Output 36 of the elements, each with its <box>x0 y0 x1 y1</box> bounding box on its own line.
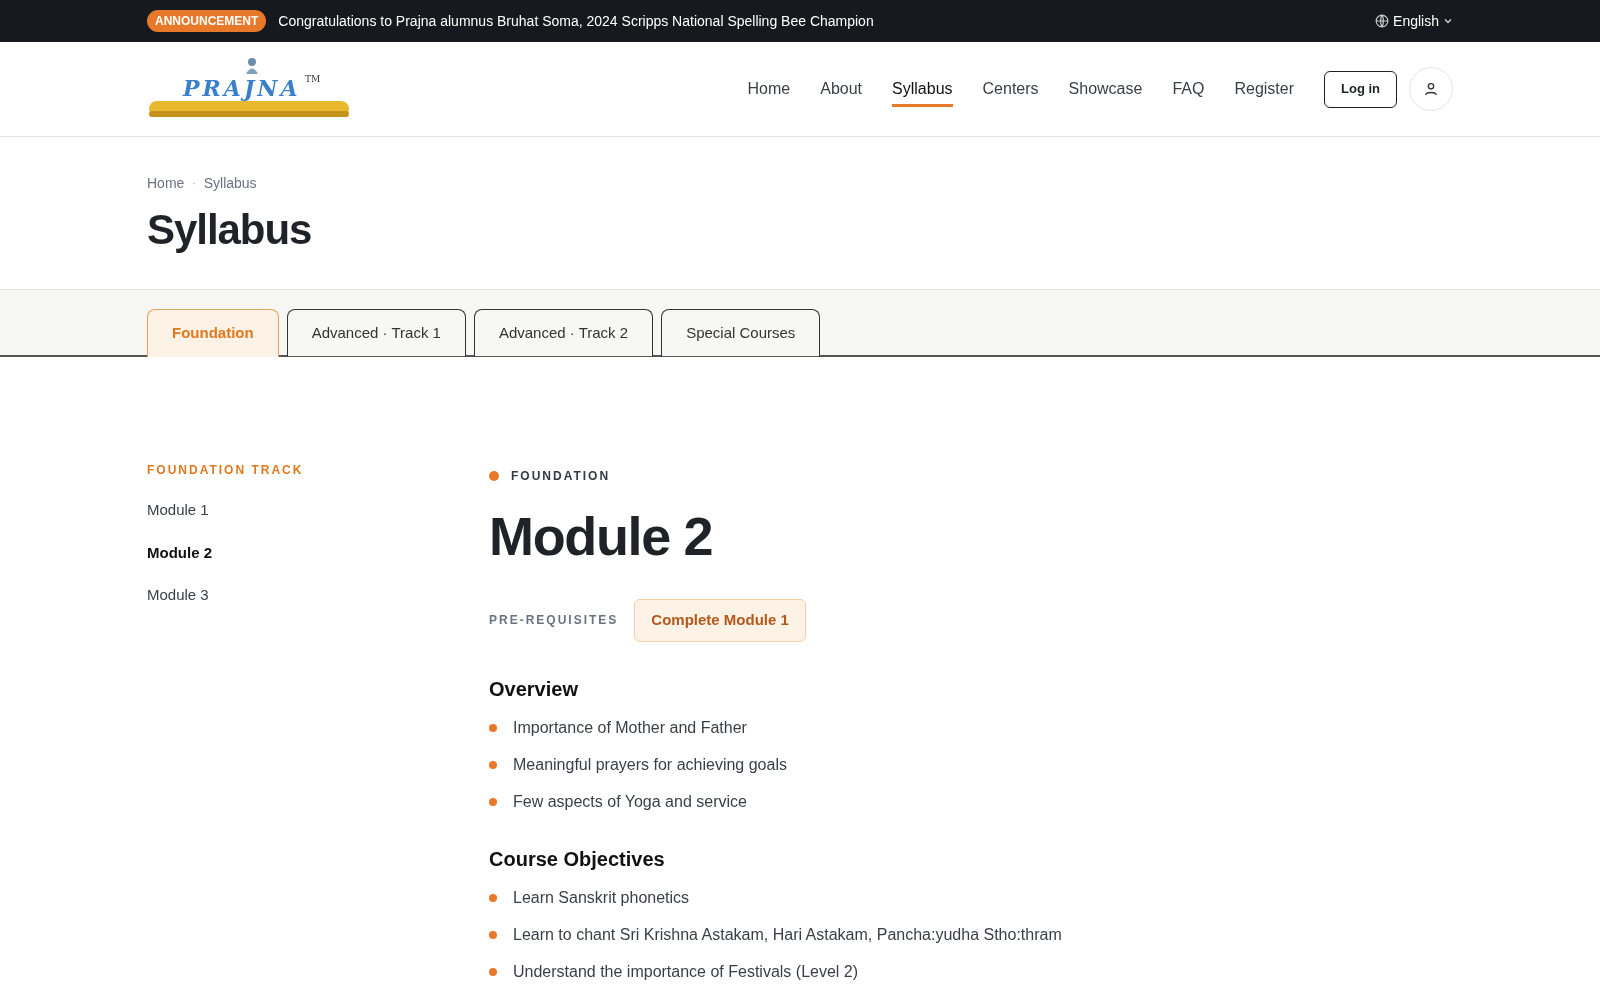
sidebar-heading: FOUNDATION TRACK <box>147 462 305 479</box>
sidebar-item[interactable]: Module 3 <box>147 584 489 607</box>
nav-link[interactable]: Centers <box>982 77 1039 107</box>
list-item-text: Understand the importance of Festivals (Level 2) <box>513 961 859 982</box>
login-button[interactable]: Log in <box>1324 70 1397 108</box>
prerequisite-tag: Complete Module 1 <box>634 599 806 642</box>
nav-link[interactable]: About <box>820 77 863 107</box>
logo-wordmark: PRAJNA <box>183 77 301 99</box>
module-title: Module 2 <box>489 509 714 563</box>
nav-link[interactable]: FAQ <box>1172 77 1205 107</box>
announcement-text: Congratulations to Prajna alumnus Bruhat Soma, 2024 Scripps National Spelling Bee Champion <box>278 11 874 31</box>
section-heading: Course Objectives <box>489 846 666 872</box>
prerequisites-label: PRE-REQUISITES <box>489 612 619 630</box>
sidebar-item[interactable]: Module 1 <box>147 499 489 522</box>
nav-link[interactable]: Register <box>1234 77 1294 107</box>
list-item-text: Importance of Mother and Father <box>513 717 747 738</box>
nav-link[interactable]: Showcase <box>1068 77 1143 107</box>
language-selector[interactable]: English <box>1375 10 1453 32</box>
nav-link[interactable]: Syllabus <box>892 77 953 107</box>
tab[interactable]: Special Courses <box>661 309 821 357</box>
announcement-badge: ANNOUNCEMENT <box>147 10 267 32</box>
list-item-text: Meaningful prayers for achieving goals <box>513 754 787 775</box>
list-item-text: Few aspects of Yoga and service <box>513 791 747 812</box>
tab[interactable]: Advanced · Track 2 <box>473 309 654 357</box>
nav-link[interactable]: Home <box>747 77 791 107</box>
section-heading: Overview <box>489 676 579 702</box>
list-item-text: Learn Sanskrit phonetics <box>513 887 690 908</box>
breadcrumb-link[interactable]: Syllabus <box>203 173 257 194</box>
trademark-mark: TM <box>305 73 321 86</box>
tab[interactable]: Advanced · Track 1 <box>286 309 466 357</box>
page-title: Syllabus <box>147 205 313 255</box>
module-category: FOUNDATION <box>511 468 611 485</box>
list-item-text: Learn to chant Sri Krishna Astakam, Hari Astakam, Pancha:yudha Stho:thram <box>513 924 1062 945</box>
breadcrumb-link[interactable]: Home <box>147 173 185 194</box>
breadcrumb-separator: · <box>192 177 196 191</box>
sidebar-item[interactable]: Module 2 <box>147 541 489 564</box>
